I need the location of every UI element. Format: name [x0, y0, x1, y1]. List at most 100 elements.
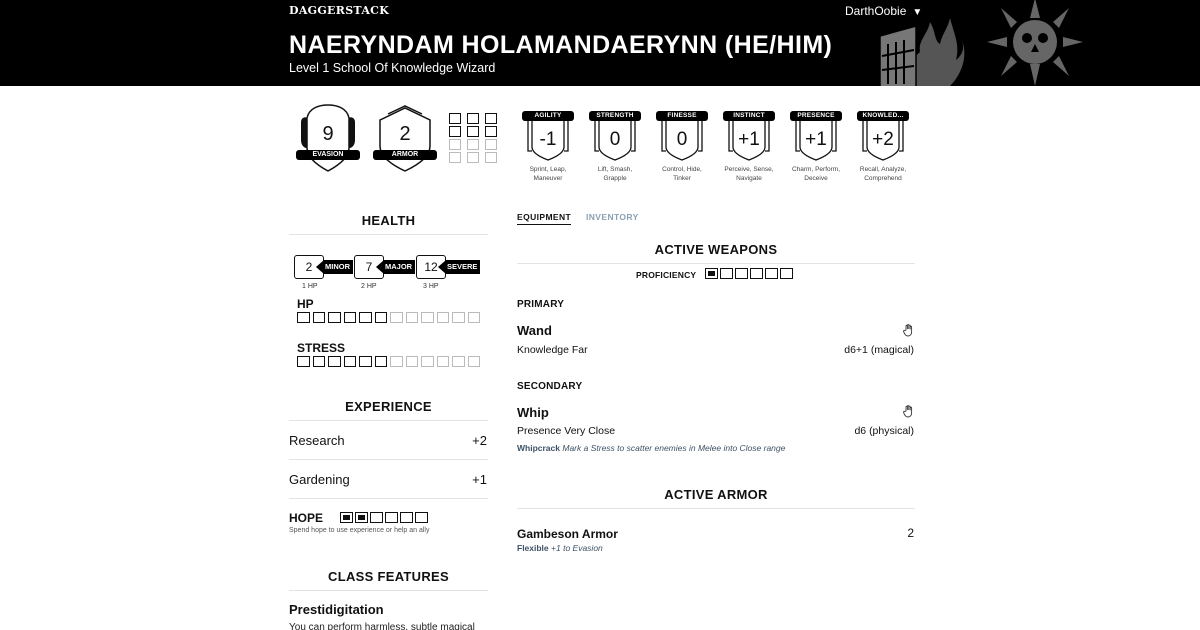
armor-slot[interactable] — [485, 126, 497, 137]
hand-icon[interactable] — [903, 405, 914, 423]
hope-box[interactable] — [340, 512, 353, 523]
hope-box[interactable] — [415, 512, 428, 523]
stress-box[interactable] — [467, 356, 480, 367]
tab-equipment[interactable]: EQUIPMENT — [517, 212, 572, 225]
stress-box[interactable] — [436, 356, 449, 367]
hp-box[interactable] — [328, 312, 341, 323]
trait-label: INSTINCT — [723, 111, 775, 121]
armor-slot[interactable] — [467, 126, 479, 137]
hp-box[interactable] — [359, 312, 372, 323]
hp-box[interactable] — [343, 312, 356, 323]
evasion-label: EVASION — [296, 150, 360, 160]
trait-description: Control, Hide, Tinker — [647, 165, 717, 183]
trait-desc-line: Recall, Analyze, — [859, 166, 907, 173]
trait-instinct: INSTINCT +1 Perceive, Sense, Navigate — [723, 111, 775, 183]
major-hp: 2 HP — [361, 283, 377, 290]
armor-slot[interactable] — [449, 126, 461, 137]
hp-box[interactable] — [390, 312, 403, 323]
trait-value: 0 — [676, 129, 688, 150]
trait-desc-line: Navigate — [736, 175, 762, 182]
armor-name[interactable]: Gambeson Armor — [517, 527, 618, 541]
trait-value: +1 — [738, 129, 760, 150]
trait-description: Lift, Smash, Grapple — [580, 165, 650, 183]
book-flame-icon — [879, 18, 965, 86]
hope-box[interactable] — [355, 512, 368, 523]
hp-box[interactable] — [297, 312, 310, 323]
armor-slot[interactable] — [485, 113, 497, 124]
armor-slot[interactable] — [449, 139, 461, 150]
hope-box[interactable] — [370, 512, 383, 523]
trait-presence: PRESENCE +1 Charm, Perform, Deceive — [790, 111, 842, 183]
stress-label: STRESS — [297, 341, 346, 355]
stress-box[interactable] — [374, 356, 387, 367]
armor-slot[interactable] — [467, 139, 479, 150]
trait-label: STRENGTH — [589, 111, 641, 121]
sun-skull-icon — [987, 0, 1083, 86]
character-subtitle: Level 1 School Of Knowledge Wizard — [289, 61, 496, 75]
armor-slot[interactable] — [467, 152, 479, 163]
divider — [517, 263, 915, 264]
secondary-weapon-name[interactable]: Whip — [517, 405, 549, 420]
weapon-feature: Whipcrack Mark a Stress to scatter enemi… — [517, 443, 785, 453]
armor-slot[interactable] — [467, 113, 479, 124]
stress-box[interactable] — [343, 356, 356, 367]
evasion-value: 9 — [322, 123, 334, 145]
divider — [289, 590, 488, 591]
class-features-title: CLASS FEATURES — [328, 569, 449, 584]
hp-box[interactable] — [405, 312, 418, 323]
stress-box[interactable] — [390, 356, 403, 367]
armor-slot[interactable] — [485, 152, 497, 163]
experience-row[interactable]: Research +2 — [289, 433, 488, 448]
trait-desc-line: Charm, Perform, — [791, 166, 841, 173]
trait-label: KNOWLED... — [857, 111, 909, 121]
stress-box[interactable] — [328, 356, 341, 367]
hp-box[interactable] — [312, 312, 325, 323]
trait-strength: STRENGTH 0 Lift, Smash, Grapple — [589, 111, 641, 183]
proficiency-box[interactable] — [750, 268, 763, 279]
stress-box[interactable] — [421, 356, 434, 367]
hp-box[interactable] — [421, 312, 434, 323]
proficiency-box[interactable] — [765, 268, 778, 279]
stress-box[interactable] — [359, 356, 372, 367]
major-threshold-tag: MAJOR — [376, 260, 416, 274]
armor-slot[interactable] — [485, 139, 497, 150]
proficiency-box[interactable] — [720, 268, 733, 279]
stress-box[interactable] — [405, 356, 418, 367]
hp-track — [297, 312, 480, 323]
stress-box[interactable] — [452, 356, 465, 367]
active-weapons-title: ACTIVE WEAPONS — [654, 242, 778, 257]
armor-slot[interactable] — [449, 113, 461, 124]
armor-feature: Flexible +1 to Evasion — [517, 543, 603, 553]
hp-box[interactable] — [374, 312, 387, 323]
trait-label: AGILITY — [522, 111, 574, 121]
brand-logo[interactable]: DAGGERSTACK — [289, 4, 389, 17]
hp-box[interactable] — [452, 312, 465, 323]
primary-weapon-name[interactable]: Wand — [517, 323, 552, 338]
divider — [289, 234, 488, 235]
stress-box[interactable] — [312, 356, 325, 367]
hope-track — [340, 512, 428, 523]
armor-slot[interactable] — [449, 152, 461, 163]
proficiency-box[interactable] — [780, 268, 793, 279]
stress-box[interactable] — [297, 356, 310, 367]
proficiency-box[interactable] — [735, 268, 748, 279]
stress-track — [297, 356, 480, 367]
trait-description: Sprint, Leap, Maneuver — [513, 165, 583, 183]
armor-feature-name: Flexible — [517, 543, 549, 553]
hp-box[interactable] — [467, 312, 480, 323]
hand-icon[interactable] — [903, 324, 914, 342]
hope-box[interactable] — [400, 512, 413, 523]
proficiency-box[interactable] — [705, 268, 718, 279]
experience-row[interactable]: Gardening +1 — [289, 472, 488, 487]
trait-desc-line: Perceive, Sense, — [724, 166, 774, 173]
trait-desc-line: Sprint, Leap, — [529, 166, 567, 173]
hope-box[interactable] — [385, 512, 398, 523]
proficiency-label: PROFICIENCY — [636, 270, 697, 280]
tab-inventory[interactable]: INVENTORY — [586, 212, 639, 224]
hp-box[interactable] — [436, 312, 449, 323]
trait-label: FINESSE — [656, 111, 708, 121]
app-header: DAGGERSTACK DarthOobie ▼ NAERYNDAM HOLAMA… — [0, 0, 1200, 86]
severe-hp: 3 HP — [423, 283, 439, 290]
trait-description: Perceive, Sense, Navigate — [714, 165, 784, 183]
experience-name: Research — [289, 433, 345, 448]
